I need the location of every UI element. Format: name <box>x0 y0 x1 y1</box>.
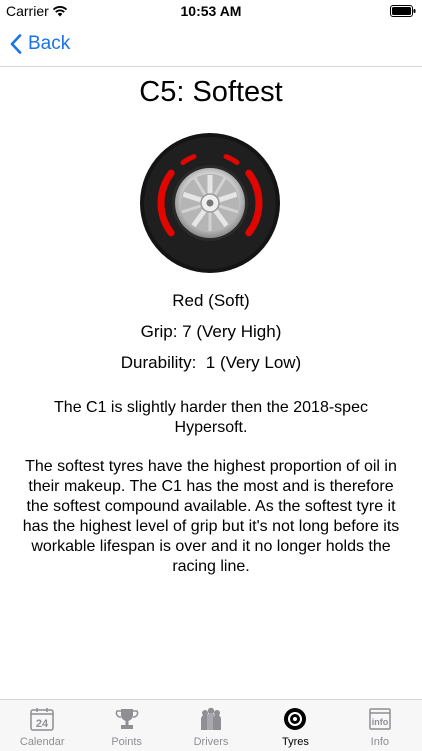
tyre-colour: Red (Soft) <box>172 291 250 310</box>
tab-points[interactable]: Points <box>84 700 168 751</box>
tab-info[interactable]: info Info <box>338 700 422 751</box>
info-icon: info <box>369 708 391 730</box>
tyre-description-detail: The softest tyres have the highest propo… <box>22 458 400 575</box>
trophy-icon <box>115 709 138 729</box>
battery-icon <box>390 5 416 17</box>
tab-drivers[interactable]: Drivers <box>169 700 253 751</box>
calendar-icon: 24 <box>30 708 54 731</box>
tab-label-points: Points <box>111 736 142 748</box>
info-badge: info <box>372 717 389 727</box>
tab-label-tyres: Tyres <box>281 736 309 748</box>
tab-label-drivers: Drivers <box>193 736 229 748</box>
status-time: 10:53 AM <box>180 3 242 19</box>
back-label: Back <box>28 33 71 54</box>
tab-label-info: Info <box>370 736 389 748</box>
tyre-durability: Durability: 1 (Very Low) <box>120 353 302 372</box>
navigation-bar: Back <box>0 22 422 67</box>
status-bar: Carrier 10:53 AM <box>0 0 422 22</box>
tab-calendar[interactable]: 24 Calendar <box>0 700 84 751</box>
tyre-grip: Grip: 7 (Very High) <box>140 322 282 341</box>
tab-tyres[interactable]: Tyres <box>253 700 337 751</box>
tyre-title: C5: Softest <box>139 76 283 108</box>
calendar-badge: 24 <box>36 718 49 730</box>
tyre-description-intro: The C1 is slightly harder then the 2018-… <box>54 399 368 436</box>
tyre-image <box>140 133 280 273</box>
tyre-icon <box>284 708 307 730</box>
back-button[interactable]: Back <box>10 30 70 58</box>
tab-label-calendar: Calendar <box>19 736 65 748</box>
tab-bar: 24 Calendar Points Drivers Tyres info In… <box>0 699 422 751</box>
chevron-left-icon <box>10 34 22 54</box>
drivers-icon <box>201 707 222 730</box>
